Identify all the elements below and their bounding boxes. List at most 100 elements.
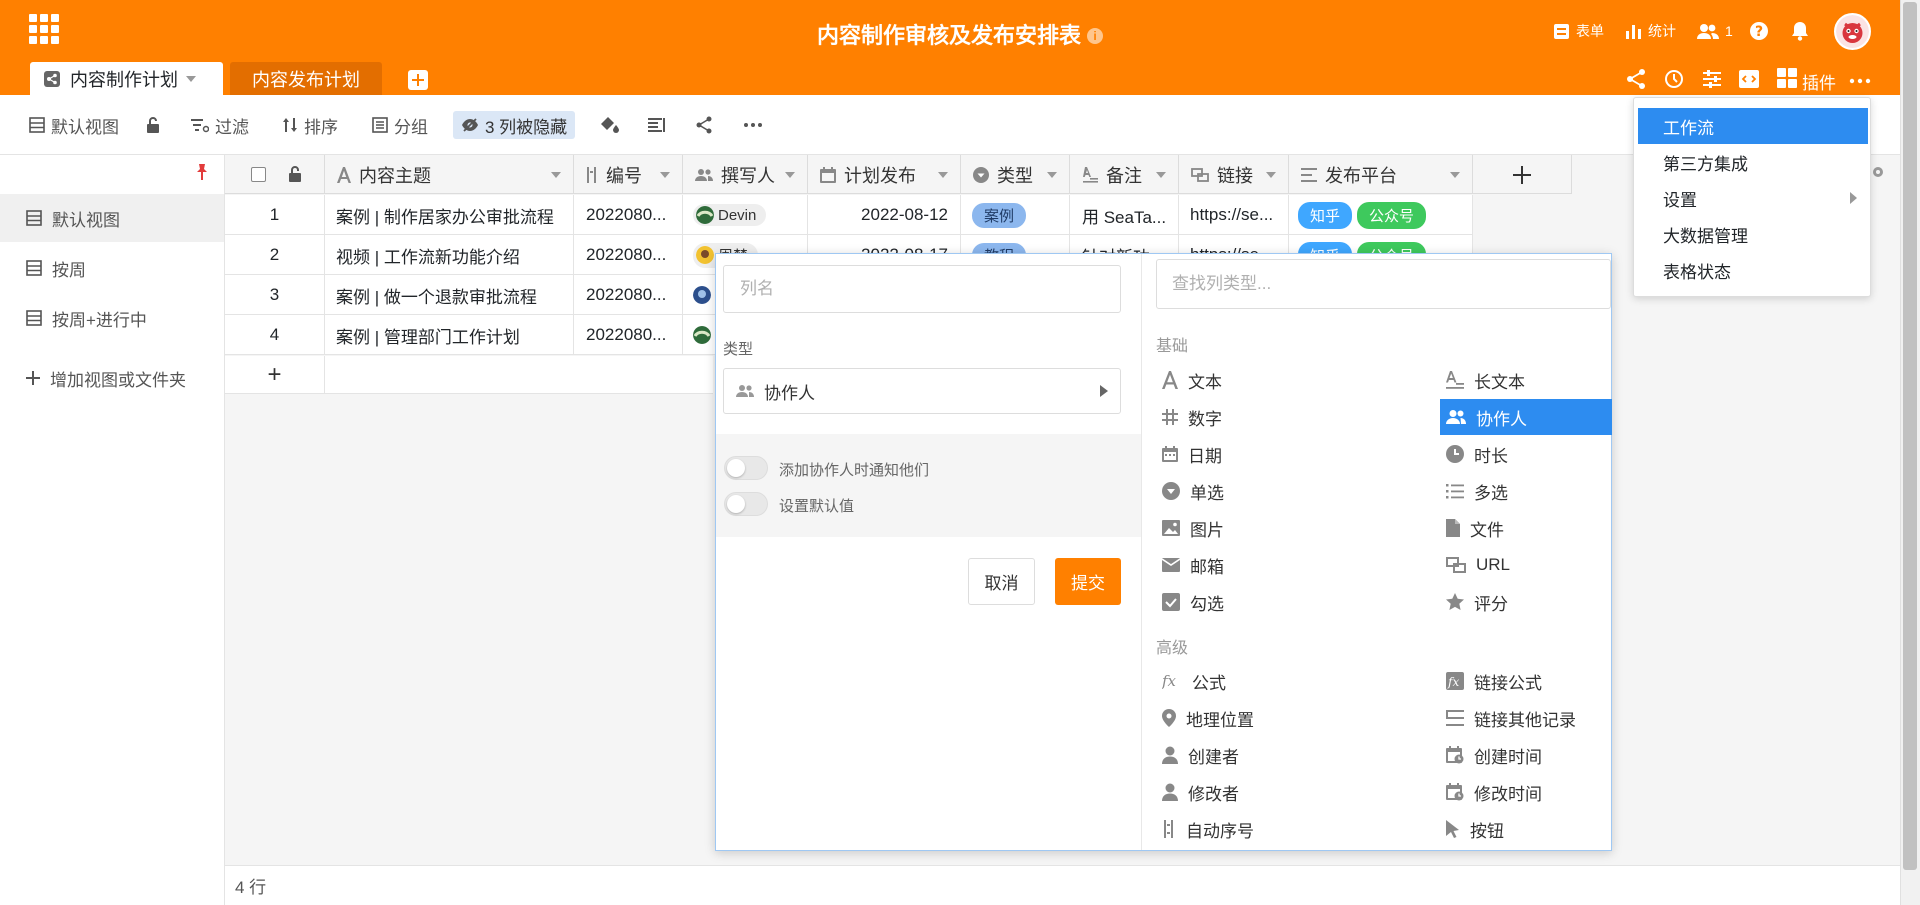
type-item-created-time[interactable]: 创建时间 xyxy=(1440,737,1612,773)
select-all-checkbox[interactable] xyxy=(251,167,266,182)
view-selector[interactable]: 默认视图 xyxy=(29,112,119,138)
sidebar-item-default-view[interactable]: 默认视图 xyxy=(0,194,224,242)
cell-code[interactable]: 2022080... xyxy=(574,235,683,275)
type-item-email[interactable]: 邮箱 xyxy=(1156,547,1328,583)
user-avatar[interactable] xyxy=(1834,13,1871,50)
column-header-note[interactable]: 备注 xyxy=(1070,155,1179,194)
app-grid-icon[interactable] xyxy=(29,14,59,44)
type-item-button[interactable]: 按钮 xyxy=(1440,811,1612,847)
column-header-publish-date[interactable]: 计划发布 xyxy=(808,155,961,194)
type-item-collaborator[interactable]: 协作人 xyxy=(1440,399,1612,435)
form-button[interactable]: 表单 xyxy=(1553,18,1604,44)
type-item-modified-time[interactable]: 修改时间 xyxy=(1440,774,1612,810)
collaborators-button[interactable]: 1 xyxy=(1697,18,1733,44)
type-item-single-select[interactable]: 单选 xyxy=(1156,473,1328,509)
cancel-button[interactable]: 取消 xyxy=(968,558,1035,605)
menu-item-big-data[interactable]: 大数据管理 xyxy=(1634,216,1870,252)
chevron-down-icon[interactable] xyxy=(1156,171,1166,178)
column-header-type[interactable]: 类型 xyxy=(961,155,1070,194)
type-item-url[interactable]: URL xyxy=(1440,547,1612,583)
more-icon[interactable] xyxy=(1849,70,1871,92)
cell-author[interactable]: Devin xyxy=(683,195,808,235)
type-item-geolocation[interactable]: 地理位置 xyxy=(1156,700,1328,736)
settings-sliders-icon[interactable] xyxy=(1701,68,1723,90)
hidden-columns-button[interactable]: 3 列被隐藏 xyxy=(453,111,576,139)
column-header-code[interactable]: 编号 xyxy=(574,155,683,194)
pin-icon[interactable] xyxy=(194,163,210,181)
chevron-down-icon[interactable] xyxy=(1450,171,1460,178)
lock-open-icon[interactable] xyxy=(288,165,302,183)
history-icon[interactable] xyxy=(1663,68,1685,90)
row-height-icon[interactable] xyxy=(648,112,666,138)
menu-item-workflow[interactable]: 工作流 xyxy=(1638,108,1868,144)
sidebar-item-by-week[interactable]: 按周 xyxy=(0,244,224,292)
scrollbar-thumb[interactable] xyxy=(1903,2,1917,870)
chevron-down-icon[interactable] xyxy=(1047,171,1057,178)
column-header-platform[interactable]: 发布平台 xyxy=(1289,155,1473,194)
chevron-down-icon[interactable] xyxy=(551,171,561,178)
type-item-long-text[interactable]: 长文本 xyxy=(1440,362,1612,398)
lock-icon[interactable] xyxy=(146,112,160,138)
tab-content-plan[interactable]: 内容制作计划 xyxy=(30,62,223,95)
cell-code[interactable]: 2022080... xyxy=(574,315,683,355)
type-item-multi-select[interactable]: 多选 xyxy=(1440,473,1612,509)
notify-toggle[interactable] xyxy=(724,456,768,480)
cell-topic[interactable]: 视频 | 工作流新功能介绍 xyxy=(325,235,574,275)
chevron-down-icon[interactable] xyxy=(785,171,795,178)
type-item-image[interactable]: 图片 xyxy=(1156,510,1328,546)
type-item-creator[interactable]: 创建者 xyxy=(1156,737,1328,773)
info-icon[interactable]: i xyxy=(1087,28,1103,44)
cell-platform[interactable]: 知乎 公众号 xyxy=(1289,195,1473,235)
type-item-text[interactable]: 文本 xyxy=(1156,362,1328,398)
menu-item-settings[interactable]: 设置 xyxy=(1634,180,1870,216)
chevron-down-icon[interactable] xyxy=(660,171,670,178)
chevron-down-icon[interactable] xyxy=(1266,171,1276,178)
column-header-link[interactable]: 链接 xyxy=(1179,155,1289,194)
cell-link[interactable]: https://se... xyxy=(1179,195,1289,235)
tab-publish-plan[interactable]: 内容发布计划 xyxy=(230,62,382,95)
group-button[interactable]: 分组 xyxy=(372,112,428,138)
share-icon[interactable] xyxy=(1625,68,1647,90)
column-header-author[interactable]: 撰写人 xyxy=(683,155,808,194)
type-item-number[interactable]: 数字 xyxy=(1156,399,1328,435)
sort-button[interactable]: 排序 xyxy=(282,112,338,138)
column-name-input[interactable] xyxy=(723,265,1121,313)
cell-code[interactable]: 2022080... xyxy=(574,275,683,315)
type-item-file[interactable]: 文件 xyxy=(1440,510,1612,546)
add-row-button[interactable]: + xyxy=(225,356,325,394)
column-header-topic[interactable]: 内容主题 xyxy=(325,155,574,194)
type-item-modifier[interactable]: 修改者 xyxy=(1156,774,1328,810)
default-value-toggle[interactable] xyxy=(724,492,768,516)
chevron-down-icon[interactable] xyxy=(938,171,948,178)
cell-note[interactable]: 用 SeaTa... xyxy=(1070,195,1179,235)
type-item-date[interactable]: 日期 xyxy=(1156,436,1328,472)
add-column-button[interactable] xyxy=(1473,155,1572,194)
notification-button[interactable] xyxy=(1791,18,1809,44)
cell-type[interactable]: 案例 xyxy=(961,195,1070,235)
cell-date[interactable]: 2022-08-12 xyxy=(808,195,961,235)
cell-topic[interactable]: 案例 | 做一个退款审批流程 xyxy=(325,275,574,315)
plugin-label[interactable]: 插件 xyxy=(1802,69,1836,94)
share-view-icon[interactable] xyxy=(695,112,713,138)
type-item-link-formula[interactable]: fx 链接公式 xyxy=(1440,663,1612,699)
type-item-auto-number[interactable]: 自动序号 xyxy=(1156,811,1328,847)
cell-code[interactable]: 2022080... xyxy=(574,195,683,235)
menu-item-third-party[interactable]: 第三方集成 xyxy=(1634,144,1870,180)
add-tab-icon[interactable] xyxy=(408,70,428,90)
submit-button[interactable]: 提交 xyxy=(1055,558,1121,605)
paint-bucket-icon[interactable] xyxy=(600,112,620,138)
type-item-rating[interactable]: 评分 xyxy=(1440,584,1612,620)
type-item-formula[interactable]: fx 公式 xyxy=(1156,663,1328,699)
cell-topic[interactable]: 案例 | 制作居家办公审批流程 xyxy=(325,195,574,235)
menu-item-table-status[interactable]: 表格状态 xyxy=(1634,252,1870,288)
help-button[interactable]: ? xyxy=(1749,18,1769,44)
type-item-checkbox[interactable]: 勾选 xyxy=(1156,584,1328,620)
plugin-icon[interactable] xyxy=(1777,68,1799,90)
more-options-icon[interactable] xyxy=(743,112,763,138)
stats-button[interactable]: 统计 xyxy=(1625,18,1676,44)
add-view-button[interactable]: 增加视图或文件夹 xyxy=(0,354,224,402)
chevron-down-icon[interactable] xyxy=(186,75,196,82)
filter-button[interactable]: 过滤 xyxy=(191,112,249,138)
sidebar-item-by-week-in-progress[interactable]: 按周+进行中 xyxy=(0,294,224,342)
type-item-link-record[interactable]: 链接其他记录 xyxy=(1440,700,1612,736)
